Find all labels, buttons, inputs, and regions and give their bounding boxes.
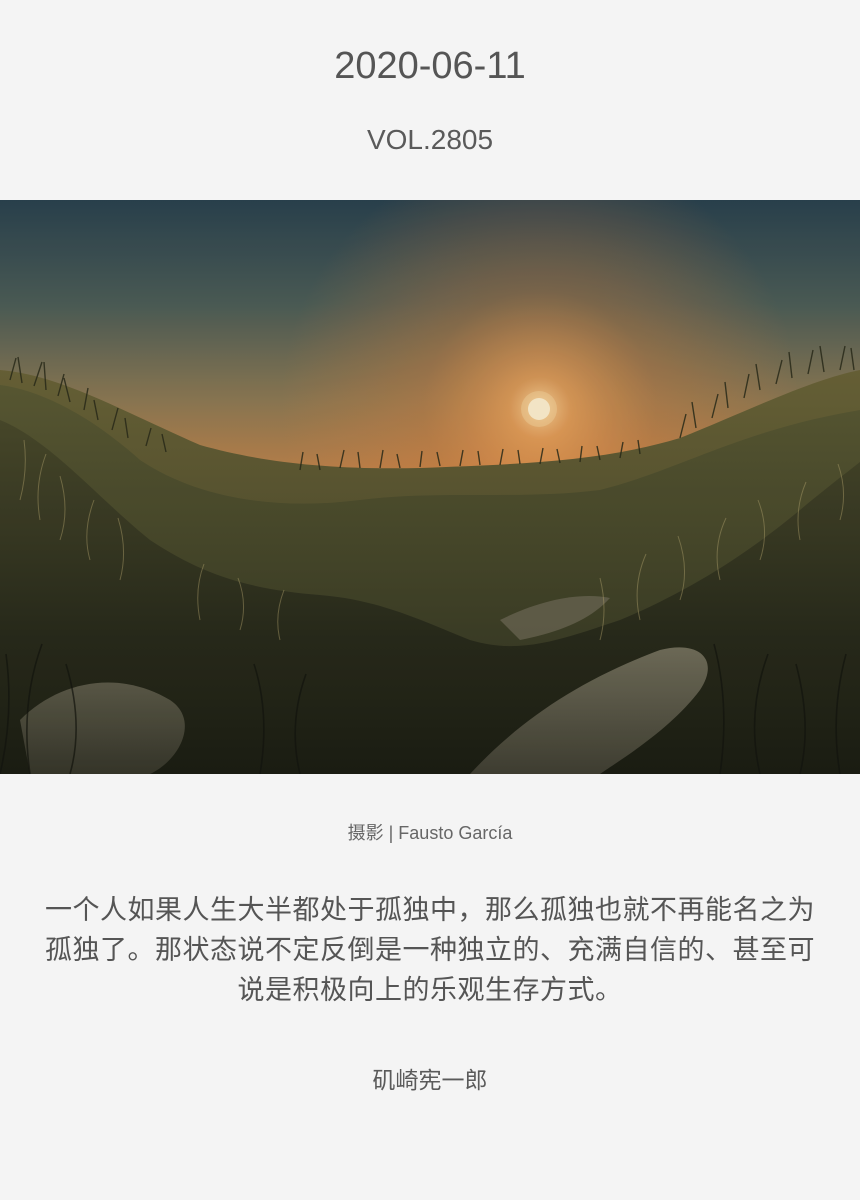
photo-credit: 摄影 | Fausto García [347,823,513,843]
issue-volume: VOL.2805 [366,124,494,155]
quote-author: 矶崎宪一郎 [372,1067,488,1093]
quote-text: 一个人如果人生大半都处于孤独中，那么孤独也就不再能名之为孤独了。那状态说不定反倒… [45,895,815,1005]
sunset-dunes-photo [0,200,860,774]
issue-date: 2020-06-11 [334,45,526,87]
